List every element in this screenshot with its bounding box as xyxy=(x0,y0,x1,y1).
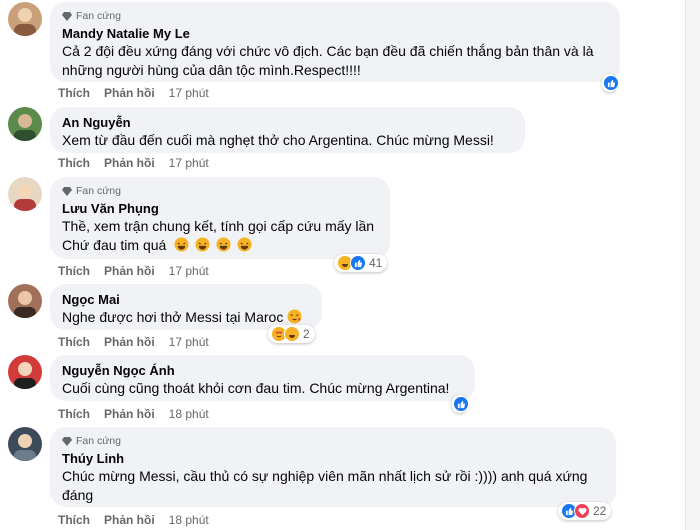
comment-mandy: Fan cứng Mandy Natalie My Le Cả 2 đội đề… xyxy=(8,2,628,102)
avatar[interactable] xyxy=(8,177,42,211)
heart-icon xyxy=(574,503,590,519)
comment-time[interactable]: 17 phút xyxy=(169,156,209,170)
comment-time[interactable]: 17 phút xyxy=(169,264,209,278)
comment-text-line2: Chứ đau tim quá xyxy=(62,236,378,255)
comment-ngoc-mai: Ngọc Mai Nghe được hơi thở Messi tại Mar… xyxy=(8,284,628,354)
like-button[interactable]: Thích xyxy=(58,264,90,278)
commenter-name[interactable]: An Nguyễn xyxy=(62,114,513,131)
like-button[interactable]: Thích xyxy=(58,407,90,421)
comment-time[interactable]: 17 phút xyxy=(169,335,209,349)
comment-bubble: Ngọc Mai Nghe được hơi thở Messi tại Mar… xyxy=(50,284,322,330)
comment-text: Xem từ đầu đến cuối mà nghẹt thở cho Arg… xyxy=(62,132,494,148)
reply-button[interactable]: Phản hồi xyxy=(104,86,155,100)
reply-button[interactable]: Phản hồi xyxy=(104,264,155,278)
like-button[interactable]: Thích xyxy=(58,335,90,349)
comment-text: Cả 2 đội đều xứng đáng với chức vô địch.… xyxy=(62,43,594,78)
comment-bubble: Fan cứng Thúy Linh Chúc mừng Messi, cầu … xyxy=(50,427,616,507)
comment-bubble: Nguyễn Ngọc Ánh Cuối cùng cũng thoát khỏ… xyxy=(50,355,475,401)
comment-text: Nghe được hơi thở Messi tại Maroc xyxy=(62,308,310,327)
comment-bubble: Fan cứng Mandy Natalie My Le Cả 2 đội đề… xyxy=(50,2,620,82)
comment-time[interactable]: 17 phút xyxy=(169,86,209,100)
fan-badge: Fan cứng xyxy=(62,9,608,23)
comment-nguyen-ngoc-anh: Nguyễn Ngọc Ánh Cuối cùng cũng thoát khỏ… xyxy=(8,355,628,425)
commenter-name[interactable]: Ngọc Mai xyxy=(62,291,310,308)
avatar[interactable] xyxy=(8,355,42,389)
like-icon xyxy=(350,255,366,271)
comment-bubble: An Nguyễn Xem từ đầu đến cuối mà nghẹt t… xyxy=(50,107,525,153)
reaction-summary[interactable] xyxy=(452,395,469,413)
comment-time[interactable]: 18 phút xyxy=(169,513,209,527)
avatar[interactable] xyxy=(8,427,42,461)
avatar[interactable] xyxy=(8,284,42,318)
reply-button[interactable]: Phản hồi xyxy=(104,513,155,527)
comment-text: Chúc mừng Messi, cầu thủ có sự nghiệp vi… xyxy=(62,468,588,503)
reply-button[interactable]: Phản hồi xyxy=(104,407,155,421)
commenter-name[interactable]: Nguyễn Ngọc Ánh xyxy=(62,362,463,379)
scrollbar[interactable] xyxy=(685,0,700,530)
comment-text: Cuối cùng cũng thoát khỏi cơn đau tim. C… xyxy=(62,380,450,396)
commenter-name[interactable]: Mandy Natalie My Le xyxy=(62,25,608,42)
commenter-name[interactable]: Thúy Linh xyxy=(62,450,604,467)
reaction-count: 41 xyxy=(369,256,383,270)
comment-actions: Thích Phản hồi 17 phút xyxy=(58,156,223,170)
comment-an-nguyen: An Nguyễn Xem từ đầu đến cuối mà nghẹt t… xyxy=(8,107,628,177)
comment-actions: Thích Phản hồi 18 phút xyxy=(58,407,223,421)
like-button[interactable]: Thích xyxy=(58,86,90,100)
haha-icon xyxy=(284,326,300,342)
like-button[interactable]: Thích xyxy=(58,513,90,527)
commenter-name[interactable]: Lưu Văn Phụng xyxy=(62,200,378,217)
like-icon xyxy=(603,75,619,91)
like-icon xyxy=(453,396,469,412)
fan-badge: Fan cứng xyxy=(62,184,378,198)
comment-bubble: Fan cứng Lưu Văn Phụng Thề, xem trận chu… xyxy=(50,177,390,259)
comment-text-line1: Thề, xem trận chung kết, tính gọi cấp cứ… xyxy=(62,218,375,234)
crying-laughing-emoji-icon xyxy=(216,237,231,252)
crying-laughing-emoji-icon xyxy=(237,237,252,252)
avatar[interactable] xyxy=(8,107,42,141)
comment-actions: Thích Phản hồi 18 phút xyxy=(58,513,223,527)
reaction-count: 2 xyxy=(303,327,310,341)
comment-actions: Thích Phản hồi 17 phút xyxy=(58,86,223,100)
diamond-icon xyxy=(62,187,72,196)
comment-actions: Thích Phản hồi 17 phút xyxy=(58,264,223,278)
reaction-summary[interactable]: 22 xyxy=(558,502,612,520)
kiss-emoji-icon xyxy=(287,309,302,324)
reaction-summary[interactable] xyxy=(602,74,619,92)
diamond-icon xyxy=(62,437,72,446)
reaction-summary[interactable]: 41 xyxy=(334,254,388,272)
crying-laughing-emoji-icon xyxy=(195,237,210,252)
avatar[interactable] xyxy=(8,2,42,36)
reply-button[interactable]: Phản hồi xyxy=(104,335,155,349)
fan-badge: Fan cứng xyxy=(62,434,604,448)
reaction-summary[interactable]: 2 xyxy=(268,325,315,343)
crying-laughing-emoji-icon xyxy=(174,237,189,252)
reply-button[interactable]: Phản hồi xyxy=(104,156,155,170)
diamond-icon xyxy=(62,12,72,21)
comment-time[interactable]: 18 phút xyxy=(169,407,209,421)
comment-actions: Thích Phản hồi 17 phút xyxy=(58,335,223,349)
reaction-count: 22 xyxy=(593,504,607,518)
comment-thuy-linh: Fan cứng Thúy Linh Chúc mừng Messi, cầu … xyxy=(8,427,628,530)
like-button[interactable]: Thích xyxy=(58,156,90,170)
comment-luu-van-phung: Fan cứng Lưu Văn Phụng Thề, xem trận chu… xyxy=(8,177,628,282)
